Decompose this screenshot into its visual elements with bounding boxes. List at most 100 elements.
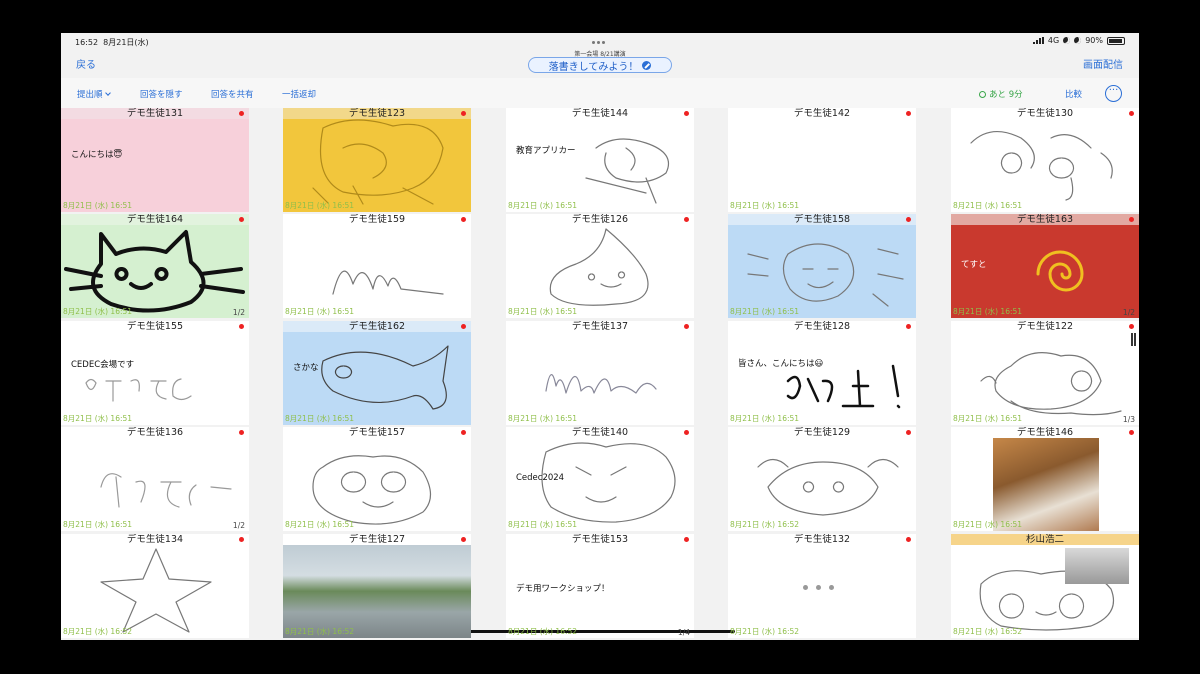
answer-grid: デモ生徒131 こんにちは😇 8月21日 (水) 16:51 デモ生徒123 8月21日…: [61, 108, 1139, 640]
submit-time: 8月21日 (水) 16:51: [730, 414, 800, 423]
submit-time: 8月21日 (水) 16:51: [508, 520, 578, 529]
answer-card[interactable]: デモ生徒127 8月21日 (水) 16:52: [283, 534, 471, 638]
drawing-canvas: [321, 345, 449, 410]
answer-card[interactable]: デモ生徒137 8月21日 (水) 16:51: [506, 321, 694, 425]
share-answers-button[interactable]: 回答を共有: [211, 88, 254, 100]
page-count: 1/2: [232, 521, 245, 530]
answer-card[interactable]: デモ生徒164 8月21日 (水) 16:51 1/2: [61, 214, 249, 318]
student-name: デモ生徒162: [283, 321, 471, 332]
answer-card[interactable]: デモ生徒155 CEDEC会場です 8月21日 (水) 16:51: [61, 321, 249, 425]
submit-time: 8月21日 (水) 16:51: [730, 307, 800, 316]
back-button[interactable]: 戻る: [76, 56, 96, 71]
answer-card[interactable]: デモ生徒130 8月21日 (水) 16:51: [951, 108, 1139, 212]
answer-card[interactable]: デモ生徒157 8月21日 (水) 16:51: [283, 427, 471, 531]
submit-time: 8月21日 (水) 16:51: [63, 307, 133, 316]
status-dot-icon: [906, 537, 911, 542]
multitask-dots-icon[interactable]: [592, 37, 608, 44]
answer-card[interactable]: デモ生徒136 8月21日 (水) 16:51 1/2: [61, 427, 249, 531]
drawing-canvas: [757, 458, 899, 516]
drawing-canvas: [312, 119, 444, 205]
student-name: デモ生徒122: [951, 321, 1139, 332]
drawing-canvas: [786, 364, 901, 409]
status-dot-icon: [239, 430, 244, 435]
network-label: 4G: [1047, 36, 1060, 45]
answer-card[interactable]: デモ生徒146 8月21日 (水) 16:51: [951, 427, 1139, 531]
chevron-down-icon: [104, 90, 111, 96]
answer-card[interactable]: デモ生徒163 てすと 8月21日 (水) 16:51 1/2: [951, 214, 1139, 318]
clock-icon: [979, 91, 986, 98]
bulk-return-button[interactable]: 一括返却: [282, 88, 316, 100]
assignment-title-button[interactable]: 落書きしてみよう！: [528, 57, 672, 73]
status-dot-icon: [684, 217, 689, 222]
submit-time: 8月21日 (水) 16:52: [953, 627, 1023, 636]
drawing-canvas: [545, 374, 657, 394]
status-dot-icon: [1129, 430, 1134, 435]
battery-percent: 90%: [1085, 36, 1103, 45]
student-name: デモ生徒136: [61, 427, 249, 438]
answer-card[interactable]: デモ生徒129 8月21日 (水) 16:52: [728, 427, 916, 531]
submit-time: 8月21日 (水) 16:51: [63, 520, 133, 529]
status-dot-icon: [906, 111, 911, 116]
answer-card[interactable]: 杉山浩二 8月21日 (水) 16:52: [951, 534, 1139, 638]
answer-card[interactable]: デモ生徒162 さかな 8月21日 (水) 16:51: [283, 321, 471, 425]
status-dot-icon: [684, 324, 689, 329]
card-text: さかな: [293, 363, 319, 373]
student-name: デモ生徒128: [728, 321, 916, 332]
answer-card[interactable]: デモ生徒159 8月21日 (水) 16:51: [283, 214, 471, 318]
student-name: デモ生徒137: [506, 321, 694, 332]
sort-order-button[interactable]: 提出順: [77, 88, 111, 100]
submit-time: 8月21日 (水) 16:51: [285, 307, 355, 316]
answer-card[interactable]: デモ生徒131 こんにちは😇 8月21日 (水) 16:51: [61, 108, 249, 212]
drawing-canvas: [100, 548, 212, 633]
card-text: デモ用ワークショップ！: [516, 584, 610, 594]
student-name: デモ生徒155: [61, 321, 249, 332]
answer-card[interactable]: デモ生徒134 8月21日 (水) 16:52: [61, 534, 249, 638]
status-dot-icon: [1129, 324, 1134, 329]
drawing-canvas: [85, 378, 192, 402]
drawing-canvas: [728, 108, 916, 212]
submit-time: 8月21日 (水) 16:51: [285, 520, 355, 529]
page-count: 1/4: [677, 628, 690, 637]
student-name: デモ生徒123: [283, 108, 471, 119]
drawing-canvas: [585, 138, 670, 204]
drawing-canvas: [312, 455, 432, 525]
submit-time: 8月21日 (水) 16:51: [285, 201, 355, 210]
submit-time: 8月21日 (水) 16:51: [953, 201, 1023, 210]
hide-answers-button[interactable]: 回答を隠す: [140, 88, 183, 100]
submit-time: 8月21日 (水) 16:51: [508, 201, 578, 210]
student-name: デモ生徒144: [506, 108, 694, 119]
answer-card[interactable]: デモ生徒128 皆さん、こんにちは😃 8月21日 (水) 16:51: [728, 321, 916, 425]
status-dot-icon: [239, 537, 244, 542]
student-name: デモ生徒159: [283, 214, 471, 225]
answer-card[interactable]: デモ生徒153 デモ用ワークショップ！ 8月21日 (水) 16:52 1/4: [506, 534, 694, 638]
status-dot-icon: [906, 324, 911, 329]
student-name: デモ生徒142: [728, 108, 916, 119]
moon-icon: [1074, 37, 1082, 44]
compare-button[interactable]: 比較: [1065, 88, 1082, 100]
drawing-canvas: [283, 534, 471, 638]
more-options-button[interactable]: ···: [1105, 85, 1122, 102]
status-dot-icon: [461, 217, 466, 222]
student-name: デモ生徒129: [728, 427, 916, 438]
answer-card[interactable]: デモ生徒126 8月21日 (水) 16:51: [506, 214, 694, 318]
answer-card[interactable]: デモ生徒123 8月21日 (水) 16:51: [283, 108, 471, 212]
submit-time: 8月21日 (水) 16:52: [285, 627, 355, 636]
status-dot-icon: [239, 111, 244, 116]
submit-time: 8月21日 (水) 16:52: [508, 627, 578, 636]
answer-card[interactable]: デモ生徒142 8月21日 (水) 16:51: [728, 108, 916, 212]
page-count: 1/3: [1122, 415, 1135, 424]
answer-card[interactable]: デモ生徒144 教育アプリカー 8月21日 (水) 16:51: [506, 108, 694, 212]
answer-card[interactable]: デモ生徒132 8月21日 (水) 16:52: [728, 534, 916, 638]
battery-icon: [1107, 36, 1125, 45]
student-name: デモ生徒164: [61, 214, 249, 225]
toolbar: 提出順 回答を隠す 回答を共有 一括返却 あと 9分 比較 ···: [61, 78, 1139, 108]
submit-time: 8月21日 (水) 16:51: [508, 307, 578, 316]
student-name: デモ生徒163: [951, 214, 1139, 225]
answer-card[interactable]: デモ生徒140 Cedec2024 8月21日 (水) 16:51: [506, 427, 694, 531]
screen-broadcast-button[interactable]: 画面配信: [1083, 56, 1123, 71]
answer-card[interactable]: デモ生徒122 8月21日 (水) 16:51 1/3: [951, 321, 1139, 425]
status-dot-icon: [461, 430, 466, 435]
drawing-canvas: [64, 230, 245, 313]
page-count: 1/2: [232, 308, 245, 317]
answer-card[interactable]: デモ生徒158 8月21日 (水) 16:51: [728, 214, 916, 318]
